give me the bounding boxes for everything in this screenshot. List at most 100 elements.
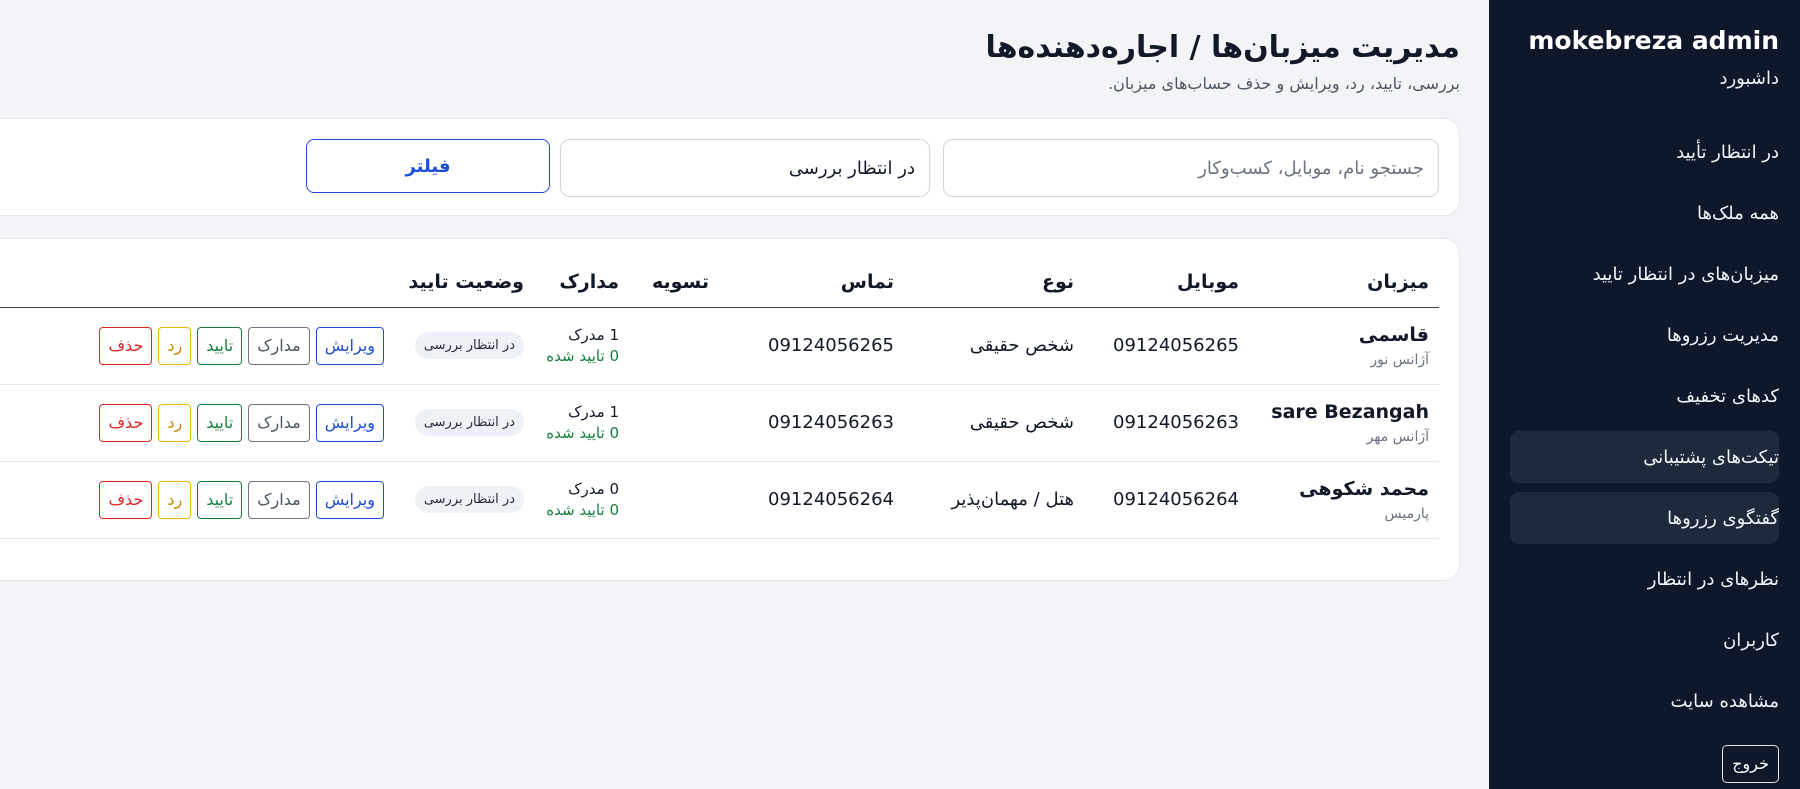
approve-button[interactable]: تایید <box>197 403 243 442</box>
status-select[interactable]: در انتظار بررسی <box>560 139 930 197</box>
cell-settlement <box>629 461 719 539</box>
sidebar-item-discount-codes[interactable]: کدهای تخفیف <box>1510 370 1779 422</box>
brand-title: mokebreza admin <box>1528 26 1779 55</box>
sidebar: mokebreza admin داشبورد در انتظار تأیید … <box>1489 0 1800 789</box>
sidebar-item-label: کدهای تخفیف <box>1676 385 1779 407</box>
host-name: قاسمی <box>1358 323 1429 346</box>
cell-contact: 09124056264 <box>719 461 904 539</box>
doc-count: 1 مدرک <box>568 326 619 344</box>
cell-settlement <box>629 307 719 385</box>
header-status: وضعیت تایید <box>394 257 534 308</box>
main-content: مدیریت میزبان‌ها / اجاره‌دهنده‌ها بررسی،… <box>0 0 1489 789</box>
host-name: محمد شکوهی <box>1299 477 1429 500</box>
host-business: پارمیس <box>1384 505 1430 522</box>
sidebar-item-all-properties[interactable]: همه ملک‌ها <box>1510 187 1779 239</box>
header-settlement: تسویه <box>629 257 719 308</box>
search-input[interactable] <box>943 139 1439 197</box>
cell-documents: 1 مدرک 0 تایید شده <box>534 307 629 385</box>
sidebar-item-label: مشاهده سایت <box>1670 690 1779 712</box>
delete-button[interactable]: حذف <box>99 326 153 365</box>
doc-verified: 0 تایید شده <box>546 347 619 365</box>
table-row: sare Bezangah آژانس مهر 09124056263 شخص … <box>0 384 1439 462</box>
filter-card: در انتظار بررسی فیلتر <box>0 118 1460 216</box>
cell-status: در انتظار بررسی <box>394 384 534 462</box>
approve-button[interactable]: تایید <box>197 326 243 365</box>
cell-type: شخص حقیقی <box>904 384 1084 462</box>
sidebar-item-label: تیکت‌های پشتیبانی <box>1643 446 1779 468</box>
sidebar-item-label: کاربران <box>1723 629 1779 651</box>
status-select-value: در انتظار بررسی <box>788 157 915 179</box>
sidebar-item-reservations[interactable]: مدیریت رزروها <box>1510 309 1779 361</box>
cell-actions: ویرایش مدارک تایید رد حذف <box>0 461 394 539</box>
cell-contact: 09124056263 <box>719 384 904 462</box>
documents-button[interactable]: مدارک <box>248 480 310 519</box>
sidebar-item-view-site[interactable]: مشاهده سایت <box>1510 675 1779 727</box>
sidebar-item-label: در انتظار تأیید <box>1676 141 1779 163</box>
sidebar-nav: داشبورد در انتظار تأیید همه ملک‌ها میزبا… <box>1510 68 1779 727</box>
cell-settlement <box>629 384 719 462</box>
edit-button[interactable]: ویرایش <box>315 326 384 365</box>
cell-host: sare Bezangah آژانس مهر <box>1249 384 1439 462</box>
cell-status: در انتظار بررسی <box>394 461 534 539</box>
header-mobile: موبایل <box>1084 257 1249 308</box>
cell-actions: ویرایش مدارک تایید رد حذف <box>0 384 394 462</box>
sidebar-item-label: میزبان‌های در انتظار تایید <box>1592 263 1779 285</box>
host-business: آژانس نور <box>1370 351 1429 368</box>
delete-button[interactable]: حذف <box>99 480 153 519</box>
sidebar-item-support-tickets[interactable]: تیکت‌های پشتیبانی <box>1510 431 1779 483</box>
cell-host: قاسمی آژانس نور <box>1249 307 1439 385</box>
cell-mobile: 09124056263 <box>1084 384 1249 462</box>
sidebar-item-pending-reviews[interactable]: نظرهای در انتظار <box>1510 553 1779 605</box>
cell-type: هتل / مهمان‌پذیر <box>904 461 1084 539</box>
sidebar-item-dashboard[interactable]: داشبورد <box>1510 68 1779 104</box>
header-host: میزبان <box>1249 257 1439 308</box>
page-subtitle: بررسی، تایید، رد، ویرایش و حذف حساب‌های … <box>1108 74 1460 93</box>
header-actions <box>0 257 394 308</box>
edit-button[interactable]: ویرایش <box>315 403 384 442</box>
cell-host: محمد شکوهی پارمیس <box>1249 461 1439 539</box>
cell-actions: ویرایش مدارک تایید رد حذف <box>0 307 394 385</box>
cell-mobile: 09124056264 <box>1084 461 1249 539</box>
reject-button[interactable]: رد <box>158 480 192 519</box>
cell-mobile: 09124056265 <box>1084 307 1249 385</box>
sidebar-item-users[interactable]: کاربران <box>1510 614 1779 666</box>
sidebar-item-reservation-chats[interactable]: گفتگوی رزروها <box>1510 492 1779 544</box>
header-type: نوع <box>904 257 1084 308</box>
hosts-table: میزبان موبایل نوع تماس تسویه مدارک وضعیت… <box>0 257 1439 539</box>
reject-button[interactable]: رد <box>158 326 192 365</box>
table-row: قاسمی آژانس نور 09124056265 شخص حقیقی 09… <box>0 307 1439 385</box>
sidebar-item-label: مدیریت رزروها <box>1666 324 1779 346</box>
cell-documents: 0 مدرک 0 تایید شده <box>534 461 629 539</box>
sidebar-item-pending-hosts[interactable]: میزبان‌های در انتظار تایید <box>1510 248 1779 300</box>
row-actions: ویرایش مدارک تایید رد حذف <box>0 326 384 365</box>
sidebar-item-label: همه ملک‌ها <box>1697 202 1779 224</box>
status-badge: در انتظار بررسی <box>414 409 524 436</box>
header-documents: مدارک <box>534 257 629 308</box>
cell-contact: 09124056265 <box>719 307 904 385</box>
documents-button[interactable]: مدارک <box>248 326 310 365</box>
cell-type: شخص حقیقی <box>904 307 1084 385</box>
doc-count: 0 مدرک <box>568 480 619 498</box>
sidebar-item-pending-approval[interactable]: در انتظار تأیید <box>1510 126 1779 178</box>
documents-button[interactable]: مدارک <box>248 403 310 442</box>
sidebar-item-label: داشبورد <box>1719 68 1779 89</box>
approve-button[interactable]: تایید <box>197 480 243 519</box>
reject-button[interactable]: رد <box>158 403 192 442</box>
table-row: محمد شکوهی پارمیس 09124056264 هتل / مهما… <box>0 461 1439 539</box>
sidebar-item-label: گفتگوی رزروها <box>1667 507 1779 529</box>
row-actions: ویرایش مدارک تایید رد حذف <box>0 403 384 442</box>
edit-button[interactable]: ویرایش <box>315 480 384 519</box>
cell-status: در انتظار بررسی <box>394 307 534 385</box>
hosts-table-card: میزبان موبایل نوع تماس تسویه مدارک وضعیت… <box>0 238 1460 581</box>
table-header-row: میزبان موبایل نوع تماس تسویه مدارک وضعیت… <box>0 257 1439 308</box>
logout-button[interactable]: خروج <box>1722 745 1779 783</box>
doc-count: 1 مدرک <box>568 403 619 421</box>
status-badge: در انتظار بررسی <box>414 332 524 359</box>
sidebar-item-label: نظرهای در انتظار <box>1647 568 1779 590</box>
filter-button[interactable]: فیلتر <box>306 139 550 193</box>
header-contact: تماس <box>719 257 904 308</box>
delete-button[interactable]: حذف <box>99 403 153 442</box>
host-business: آژانس مهر <box>1366 428 1429 445</box>
row-actions: ویرایش مدارک تایید رد حذف <box>0 480 384 519</box>
doc-verified: 0 تایید شده <box>546 424 619 442</box>
